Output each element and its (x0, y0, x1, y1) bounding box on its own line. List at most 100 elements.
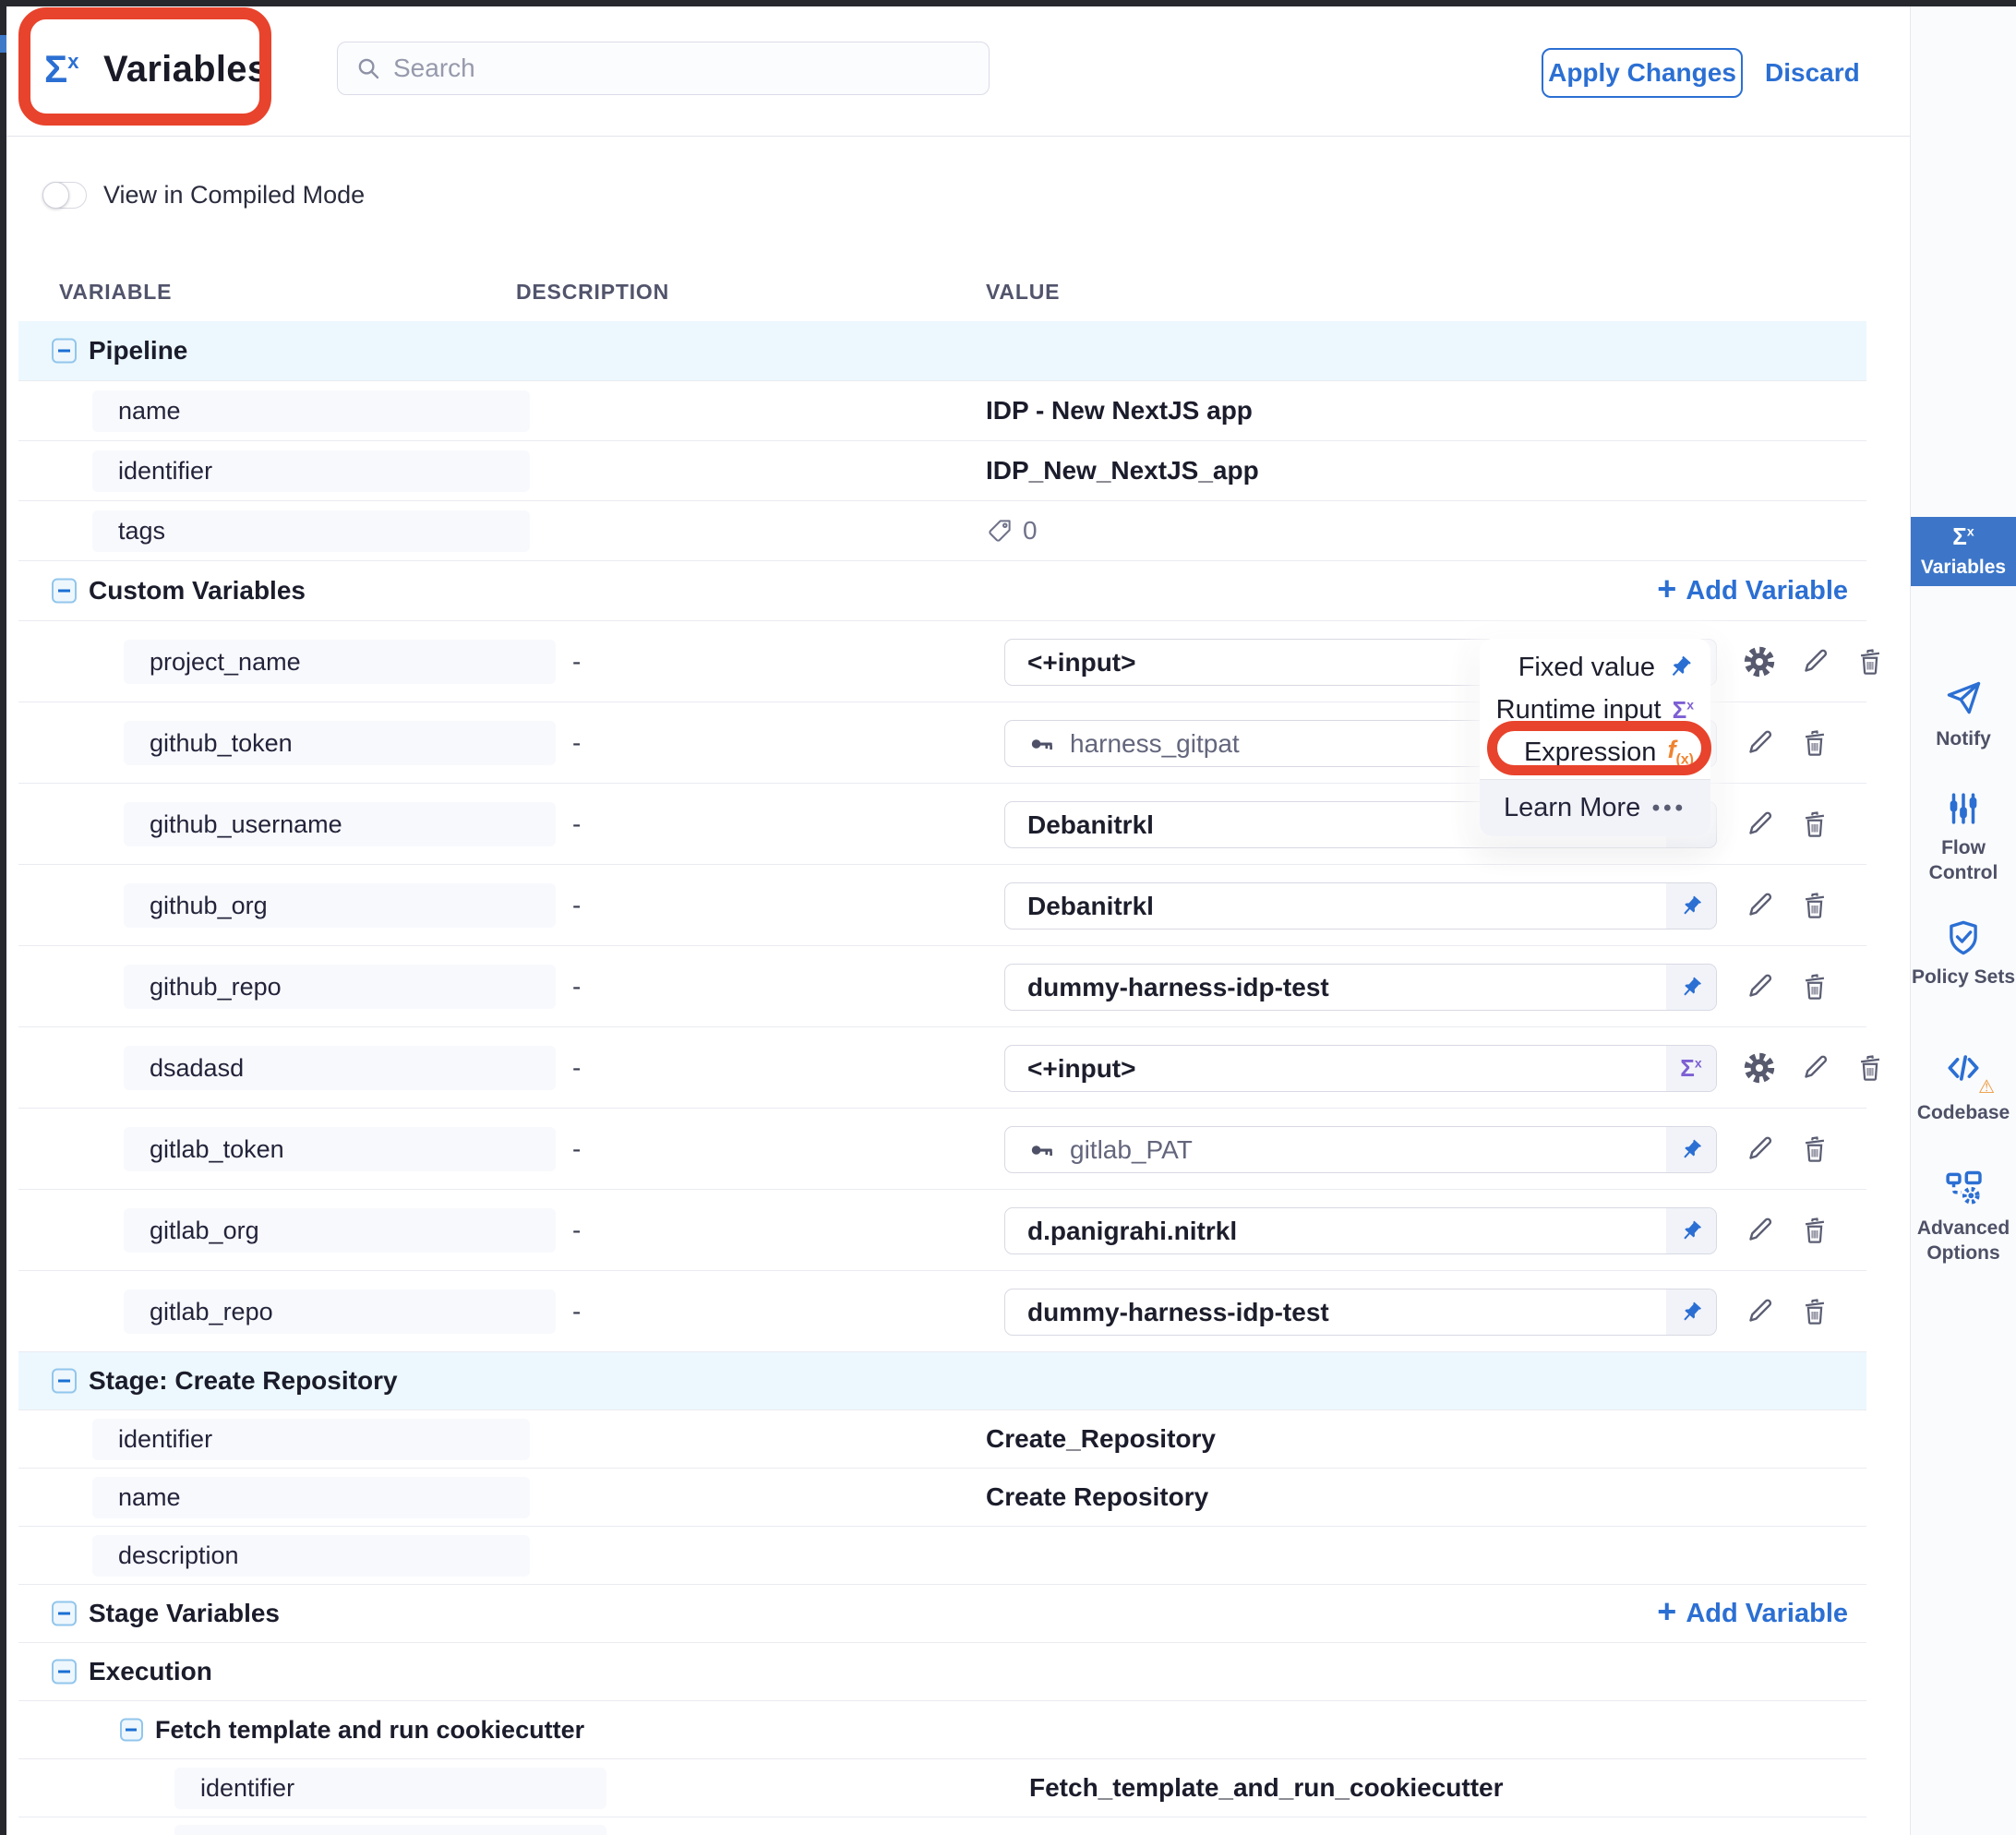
menu-item-expression[interactable]: Expression f(x) (1480, 731, 1710, 774)
value-text: Debanitrkl (1027, 892, 1154, 921)
variable-value: Create_Repository (986, 1410, 1216, 1468)
delete-trash-icon[interactable] (1798, 1133, 1831, 1166)
value-text: d.panigrahi.nitrkl (1027, 1217, 1237, 1246)
edit-pencil-icon[interactable] (1743, 726, 1776, 760)
table-row-dsadasd: dsadasd - <+input> Σx (18, 1027, 1866, 1109)
compiled-mode-toggle[interactable] (42, 182, 87, 209)
step-title: Fetch template and run cookiecutter (155, 1701, 584, 1758)
rail-item-label: Advanced Options (1911, 1216, 2016, 1266)
search-box[interactable] (337, 42, 990, 95)
input-type-selector[interactable] (1666, 1289, 1716, 1335)
delete-trash-icon[interactable] (1798, 1295, 1831, 1328)
variables-drawer: Σx Variables Apply Changes Discard View … (6, 6, 1910, 1835)
collapse-icon[interactable] (52, 579, 77, 604)
row-actions (1743, 1109, 1831, 1189)
col-header-variable: VARIABLE (59, 280, 172, 305)
value-input[interactable]: dummy-harness-idp-test (1004, 964, 1717, 1011)
rail-item-policy-sets[interactable]: Policy Sets (1911, 918, 2016, 989)
menu-footer: Learn More ••• (1480, 779, 1710, 836)
collapse-icon[interactable] (120, 1719, 143, 1742)
variable-name-field: identifier (92, 1419, 530, 1460)
menu-item-fixed-value[interactable]: Fixed value (1480, 646, 1710, 689)
add-variable-button[interactable]: + Add Variable (1657, 1585, 1848, 1642)
flowchart-gear-icon (1943, 1168, 1984, 1208)
value-input[interactable]: <+input> Σx (1004, 1045, 1717, 1092)
rail-item-variables[interactable]: Σx Variables (1911, 517, 2016, 586)
collapse-icon[interactable] (52, 1601, 77, 1626)
settings-gear-icon[interactable] (1743, 645, 1776, 678)
input-type-selector[interactable] (1666, 965, 1716, 1010)
sigma-x-icon: Σx (44, 47, 78, 91)
delete-trash-icon[interactable] (1854, 645, 1887, 678)
variable-name-field: dsadasd (124, 1046, 556, 1090)
variable-name-field: tags (92, 510, 530, 552)
rail-item-flow-control[interactable]: Flow Control (1911, 789, 2016, 886)
delete-trash-icon[interactable] (1798, 808, 1831, 841)
delete-trash-icon[interactable] (1798, 889, 1831, 922)
variable-name-field: identifier (174, 1768, 606, 1809)
rail-item-label: Flow Control (1911, 835, 2016, 886)
variable-name-field: name (92, 390, 530, 432)
input-type-selector[interactable] (1666, 883, 1716, 929)
row-actions (1743, 1027, 1887, 1108)
delete-trash-icon[interactable] (1798, 1214, 1831, 1247)
add-variable-button[interactable]: + Add Variable (1657, 561, 1848, 620)
rail-item-codebase[interactable]: ⚠ Codebase (1911, 1048, 2016, 1125)
delete-trash-icon[interactable] (1854, 1051, 1887, 1085)
variables-table: VARIABLE DESCRIPTION VALUE Pipeline name… (18, 254, 1866, 1835)
shield-check-icon (1944, 918, 1983, 957)
rail-item-notify[interactable]: Notify (1911, 678, 2016, 751)
rail-item-advanced-options[interactable]: Advanced Options (1911, 1168, 2016, 1266)
section-row-pipeline: Pipeline (18, 321, 1866, 381)
collapse-icon[interactable] (52, 1369, 77, 1394)
menu-item-runtime-input[interactable]: Runtime input Σx (1480, 689, 1710, 731)
search-input[interactable] (393, 54, 972, 83)
edit-pencil-icon[interactable] (1743, 808, 1776, 841)
delete-trash-icon[interactable] (1798, 726, 1831, 760)
apply-changes-button[interactable]: Apply Changes (1542, 48, 1743, 98)
add-variable-label: Add Variable (1686, 576, 1848, 606)
variable-name-field: name (92, 1477, 530, 1518)
description-cell: - (572, 621, 581, 702)
drawer-header: Σx Variables Apply Changes Discard (6, 6, 1910, 137)
rail-item-label: Notify (1936, 726, 1991, 751)
section-title: Custom Variables (89, 561, 306, 620)
more-options-dots-icon[interactable]: ••• (1652, 796, 1686, 822)
section-title: Stage: Create Repository (89, 1352, 398, 1409)
delete-trash-icon[interactable] (1798, 970, 1831, 1003)
menu-item-label: Fixed value (1518, 653, 1655, 683)
edit-pencil-icon[interactable] (1743, 1214, 1776, 1247)
value-input[interactable]: gitlab_PAT (1004, 1126, 1717, 1173)
edit-pencil-icon[interactable] (1743, 970, 1776, 1003)
edit-pencil-icon[interactable] (1743, 1133, 1776, 1166)
learn-more-link[interactable]: Learn More (1504, 793, 1640, 823)
right-nav-rail: Σx Variables Notify Flow Control Policy … (1910, 6, 2016, 1835)
col-header-description: DESCRIPTION (516, 280, 669, 305)
edit-pencil-icon[interactable] (1743, 889, 1776, 922)
settings-gear-icon[interactable] (1743, 1051, 1776, 1085)
runtime-input-icon: Σx (1680, 1054, 1701, 1083)
collapse-icon[interactable] (52, 339, 77, 364)
edit-pencil-icon[interactable] (1798, 645, 1831, 678)
variable-name-field: description (92, 1535, 530, 1577)
row-actions (1743, 1271, 1831, 1351)
collapse-icon[interactable] (52, 1660, 77, 1685)
value-input[interactable]: d.panigrahi.nitrkl (1004, 1207, 1717, 1254)
value-input[interactable]: Debanitrkl (1004, 882, 1717, 929)
description-cell: - (572, 1027, 581, 1108)
variable-name-field: github_username (124, 802, 556, 846)
compiled-mode-row: View in Compiled Mode (42, 181, 365, 210)
edit-pencil-icon[interactable] (1743, 1295, 1776, 1328)
input-type-selector[interactable]: Σx (1666, 1046, 1716, 1091)
input-type-selector[interactable] (1666, 1208, 1716, 1253)
table-row: name Create Repository (18, 1469, 1866, 1527)
table-row-github-repo: github_repo - dummy-harness-idp-test (18, 946, 1866, 1027)
discard-button[interactable]: Discard (1765, 48, 1860, 98)
plus-icon: + (1657, 572, 1676, 606)
input-type-selector[interactable] (1666, 1127, 1716, 1172)
menu-item-label: Runtime input (1496, 695, 1662, 726)
edit-pencil-icon[interactable] (1798, 1051, 1831, 1085)
variable-name-field: identifier (92, 450, 530, 492)
table-row-gitlab-repo: gitlab_repo - dummy-harness-idp-test (18, 1271, 1866, 1352)
value-input[interactable]: dummy-harness-idp-test (1004, 1289, 1717, 1336)
